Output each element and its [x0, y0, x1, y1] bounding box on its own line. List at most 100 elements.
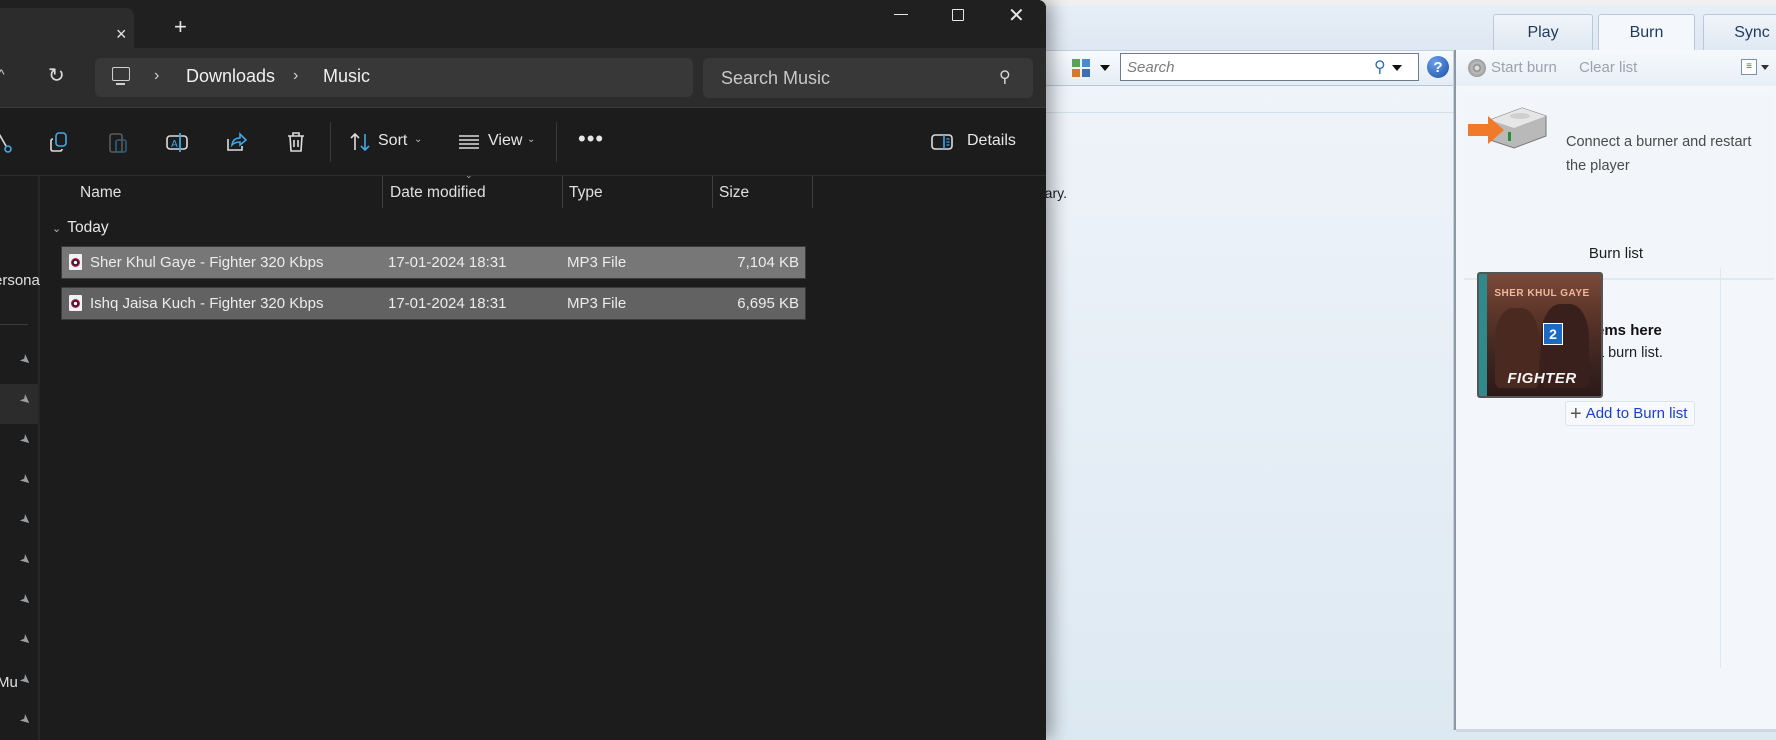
close-tab-icon[interactable]: ×: [116, 24, 127, 45]
minimize-icon[interactable]: [894, 14, 908, 15]
address-bar: ^ ↻ › Downloads › Music Search Music ⚲: [0, 48, 1046, 108]
pin-icon[interactable]: ➤: [16, 550, 35, 569]
sort-icon: [350, 132, 370, 152]
pin-icon[interactable]: ➤: [16, 430, 35, 449]
pin-icon[interactable]: ➤: [16, 630, 35, 649]
column-resize-handle[interactable]: [382, 176, 383, 208]
drag-items-hint-title: ems here: [1596, 322, 1662, 339]
column-resize-handle[interactable]: [562, 176, 563, 208]
mp3-file-icon: [69, 295, 82, 311]
details-pane-icon: [931, 134, 953, 150]
pin-icon[interactable]: ➤: [16, 710, 35, 729]
chevron-down-icon[interactable]: ⌄: [52, 223, 61, 235]
content-divider: [1040, 112, 1455, 113]
sort-label: Sort: [378, 132, 408, 149]
column-header-size[interactable]: Size: [719, 184, 749, 202]
chevron-down-icon: ⌄: [527, 134, 536, 145]
view-options-dropdown-icon[interactable]: [1100, 65, 1110, 71]
svg-text:A: A: [171, 139, 178, 150]
burn-pane-bottom-border: [1456, 729, 1776, 732]
nav-separator: [0, 324, 28, 325]
file-row[interactable]: Ishq Jaisa Kuch - Fighter 320 Kbps 17-01…: [61, 287, 806, 320]
burn-options-icon[interactable]: ≡: [1741, 59, 1757, 75]
breadcrumb[interactable]: › Downloads › Music: [95, 58, 693, 97]
album-art-album-title: FIGHTER: [1507, 370, 1577, 387]
navigation-pane[interactable]: ersona ➤ ➤ ➤ ➤ ➤ ➤ ➤ ➤ Mu ➤ ➤: [0, 176, 40, 740]
paste-icon[interactable]: [106, 130, 130, 154]
tab-sync[interactable]: Sync: [1703, 14, 1776, 50]
column-header-date-modified[interactable]: Date modified: [390, 184, 486, 202]
burn-pane: Start burn Clear list ≡ Connect a burner…: [1456, 50, 1776, 732]
file-explorer-window: × + ✕ ^ ↻ › Downloads › Music Search Mus…: [0, 0, 1046, 740]
view-options-icon[interactable]: [1072, 59, 1090, 77]
disc-icon: [1468, 59, 1486, 77]
more-options-button[interactable]: •••: [578, 126, 604, 152]
tab-play[interactable]: Play: [1493, 14, 1593, 50]
search-dropdown-icon[interactable]: [1392, 65, 1402, 71]
pin-icon[interactable]: ➤: [16, 510, 35, 529]
details-label: Details: [967, 132, 1016, 149]
close-window-icon[interactable]: ✕: [1008, 3, 1025, 28]
breadcrumb-music[interactable]: Music: [323, 66, 370, 87]
connect-burner-message: Connect a burner and restart the player: [1566, 134, 1752, 174]
help-icon[interactable]: ?: [1427, 56, 1449, 78]
file-date: 17-01-2024 18:31: [388, 254, 507, 271]
this-pc-icon[interactable]: [112, 67, 130, 85]
file-type: MP3 File: [567, 295, 627, 312]
view-icon: [459, 135, 479, 149]
column-resize-handle[interactable]: [812, 176, 813, 208]
album-art-edge: [1479, 274, 1487, 396]
column-header-name[interactable]: Name: [80, 184, 121, 202]
share-icon[interactable]: [224, 130, 248, 154]
explorer-tab[interactable]: ×: [0, 8, 134, 48]
nav-item-personal[interactable]: ersona: [0, 272, 40, 289]
clear-list-button[interactable]: Clear list: [1579, 59, 1637, 76]
burn-list-title: Burn list: [1588, 245, 1644, 262]
rename-icon[interactable]: A: [165, 130, 189, 154]
delete-icon[interactable]: [284, 130, 308, 154]
album-art-song-title: SHER KHUL GAYE: [1494, 288, 1590, 299]
new-tab-icon[interactable]: +: [174, 16, 187, 38]
drag-items-hint: a burn list.: [1596, 345, 1663, 361]
pin-icon[interactable]: ➤: [16, 350, 35, 369]
group-header-today[interactable]: ⌄ Today: [52, 219, 109, 237]
search-icon[interactable]: ⚲: [1374, 57, 1386, 77]
pin-icon[interactable]: ➤: [16, 670, 35, 689]
file-row[interactable]: Sher Khul Gaye - Fighter 320 Kbps 17-01-…: [61, 246, 806, 279]
tab-burn[interactable]: Burn: [1598, 14, 1695, 51]
column-resize-handle[interactable]: [712, 176, 713, 208]
up-arrow-icon[interactable]: ^: [0, 66, 5, 82]
cut-icon[interactable]: [0, 130, 16, 154]
add-to-burn-list-label: Add to Burn list: [1585, 405, 1688, 422]
chevron-down-icon: ⌄: [414, 134, 423, 145]
group-label: Today: [67, 219, 109, 236]
drag-count-badge: 2: [1543, 323, 1563, 345]
file-size: 7,104 KB: [737, 254, 799, 271]
command-separator: [556, 122, 557, 162]
refresh-icon[interactable]: ↻: [48, 63, 65, 88]
sort-indicator-icon: ⌄: [465, 170, 473, 180]
column-headers: Name Date modified Type Size: [42, 176, 1046, 210]
search-input[interactable]: Search Music ⚲: [703, 58, 1033, 98]
pin-icon[interactable]: ➤: [16, 590, 35, 609]
maximize-icon[interactable]: [952, 9, 964, 21]
breadcrumb-downloads[interactable]: Downloads: [186, 66, 275, 87]
add-to-burn-list-button[interactable]: + Add to Burn list: [1565, 401, 1696, 426]
dragged-album-art[interactable]: SHER KHUL GAYE FIGHTER 2: [1477, 272, 1603, 398]
file-date: 17-01-2024 18:31: [388, 295, 507, 312]
chevron-right-icon[interactable]: ›: [293, 67, 298, 85]
search-placeholder: Search Music: [721, 68, 831, 88]
command-separator: [330, 122, 331, 162]
column-header-type[interactable]: Type: [569, 184, 603, 202]
copy-icon[interactable]: [47, 130, 71, 154]
start-burn-button[interactable]: Start burn: [1491, 59, 1557, 76]
title-bar: × + ✕: [0, 0, 1046, 48]
disc-drive-icon: [1468, 107, 1547, 149]
plus-icon: +: [1570, 402, 1582, 425]
file-size: 6,695 KB: [737, 295, 799, 312]
chevron-right-icon[interactable]: ›: [154, 67, 159, 85]
mp3-file-icon: [69, 254, 82, 270]
burn-options-dropdown-icon[interactable]: [1761, 65, 1769, 70]
pin-icon[interactable]: ➤: [16, 470, 35, 489]
view-label: View: [488, 132, 523, 149]
